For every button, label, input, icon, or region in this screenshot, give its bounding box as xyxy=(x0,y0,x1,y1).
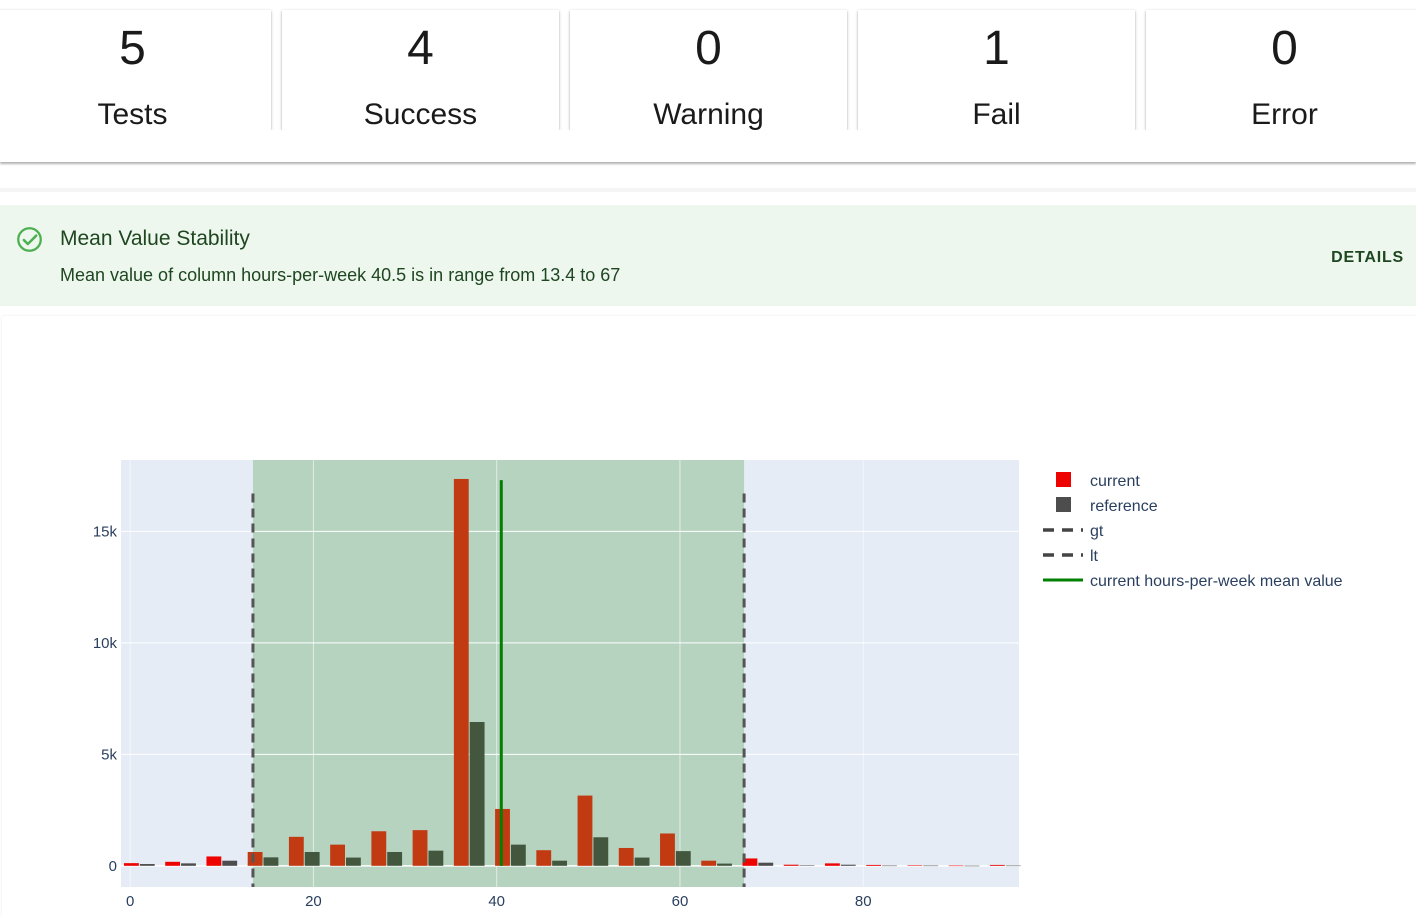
current-bar xyxy=(247,851,263,866)
test-message: Mean value of column hours-per-week 40.5… xyxy=(60,265,621,285)
summary-card-warning: 0 Warning xyxy=(570,10,847,131)
y-tick-label: 10k xyxy=(93,635,118,652)
current-bar xyxy=(701,860,717,866)
warning-label: Warning xyxy=(653,98,764,131)
current-bar xyxy=(371,831,387,866)
summary-card-success: 4 Success xyxy=(282,10,559,131)
current-bar xyxy=(412,830,428,866)
legend-label: current hours-per-week mean value xyxy=(1090,573,1343,590)
reference-bar xyxy=(717,863,732,866)
y-tick-label: 5k xyxy=(101,746,117,763)
current-bar xyxy=(989,864,1005,866)
summary-card-fail: 1 Fail xyxy=(858,10,1135,131)
x-tick-label: 40 xyxy=(488,893,505,910)
reference-bar xyxy=(593,837,609,866)
current-bar xyxy=(206,856,222,866)
fail-count: 1 xyxy=(983,22,1010,75)
x-tick-label: 60 xyxy=(672,893,689,910)
reference-bar xyxy=(304,851,320,866)
reference-bar xyxy=(882,865,897,867)
y-tick-label: 0 xyxy=(109,858,117,875)
current-bar xyxy=(866,864,882,866)
current-bar xyxy=(824,863,840,866)
current-bar xyxy=(330,844,345,866)
current-bar xyxy=(123,863,139,866)
legend-label: gt xyxy=(1090,523,1104,540)
current-bar xyxy=(577,795,593,866)
legend-label: current xyxy=(1090,473,1140,490)
legend-swatch xyxy=(1056,472,1071,487)
fail-label: Fail xyxy=(972,98,1021,131)
section-divider xyxy=(0,130,1416,162)
reference-bar xyxy=(840,864,856,866)
reference-bar xyxy=(923,865,939,867)
current-bar xyxy=(948,865,964,867)
reference-bar xyxy=(181,863,196,866)
tests-count: 5 xyxy=(119,22,146,75)
reference-bar xyxy=(428,850,444,866)
reference-bar xyxy=(634,857,650,866)
reference-bar xyxy=(799,865,815,866)
summary-card-tests: 5 Tests xyxy=(0,10,271,131)
error-count: 0 xyxy=(1271,22,1298,75)
summary-card-error: 0 Error xyxy=(1146,10,1416,131)
distribution-chart: 0 5k 10k 15k 0 20 40 60 80 current reference gt lt cu… xyxy=(93,460,1343,910)
check-circle-icon xyxy=(17,227,42,252)
legend-label: reference xyxy=(1090,498,1158,515)
x-tick-label: 80 xyxy=(855,893,872,910)
test-title: Mean Value Stability xyxy=(60,227,250,250)
reference-bar xyxy=(510,844,526,866)
reference-bar xyxy=(758,862,774,866)
reference-bar xyxy=(964,865,980,867)
details-button[interactable]: DETAILS xyxy=(1329,247,1406,269)
tests-label: Tests xyxy=(97,98,168,131)
success-label: Success xyxy=(363,98,478,131)
reference-bar xyxy=(1005,865,1021,867)
current-bar xyxy=(783,864,799,866)
current-bar xyxy=(660,833,675,866)
chart-card: 0 5k 10k 15k 0 20 40 60 80 current reference gt lt cu… xyxy=(2,316,1416,916)
summary-row: 5 Tests 4 Success 0 Warning 1 Fail 0 Err… xyxy=(0,0,1416,132)
current-bar xyxy=(165,861,181,866)
reference-bar xyxy=(387,851,403,866)
error-label: Error xyxy=(1251,98,1318,131)
reference-bar xyxy=(263,857,279,866)
reference-bar xyxy=(675,851,691,866)
reference-bar xyxy=(346,857,361,866)
x-tick-label: 0 xyxy=(126,893,134,910)
current-bar xyxy=(288,836,304,866)
legend-swatch xyxy=(1056,497,1071,512)
reference-bar xyxy=(552,860,568,866)
reference-bar xyxy=(222,860,238,866)
success-count: 4 xyxy=(407,22,434,75)
x-tick-label: 20 xyxy=(305,893,322,910)
legend-label: lt xyxy=(1090,548,1099,565)
current-bar xyxy=(907,865,923,866)
reference-bar xyxy=(139,864,155,866)
y-tick-label: 15k xyxy=(93,523,118,540)
current-bar xyxy=(453,478,469,866)
current-bar xyxy=(618,847,634,866)
test-result-alert: Mean Value Stability Mean value of colum… xyxy=(0,205,1416,306)
current-bar xyxy=(536,850,552,866)
thin-divider xyxy=(0,188,1416,192)
warning-count: 0 xyxy=(695,22,722,75)
reference-bar xyxy=(469,721,485,866)
